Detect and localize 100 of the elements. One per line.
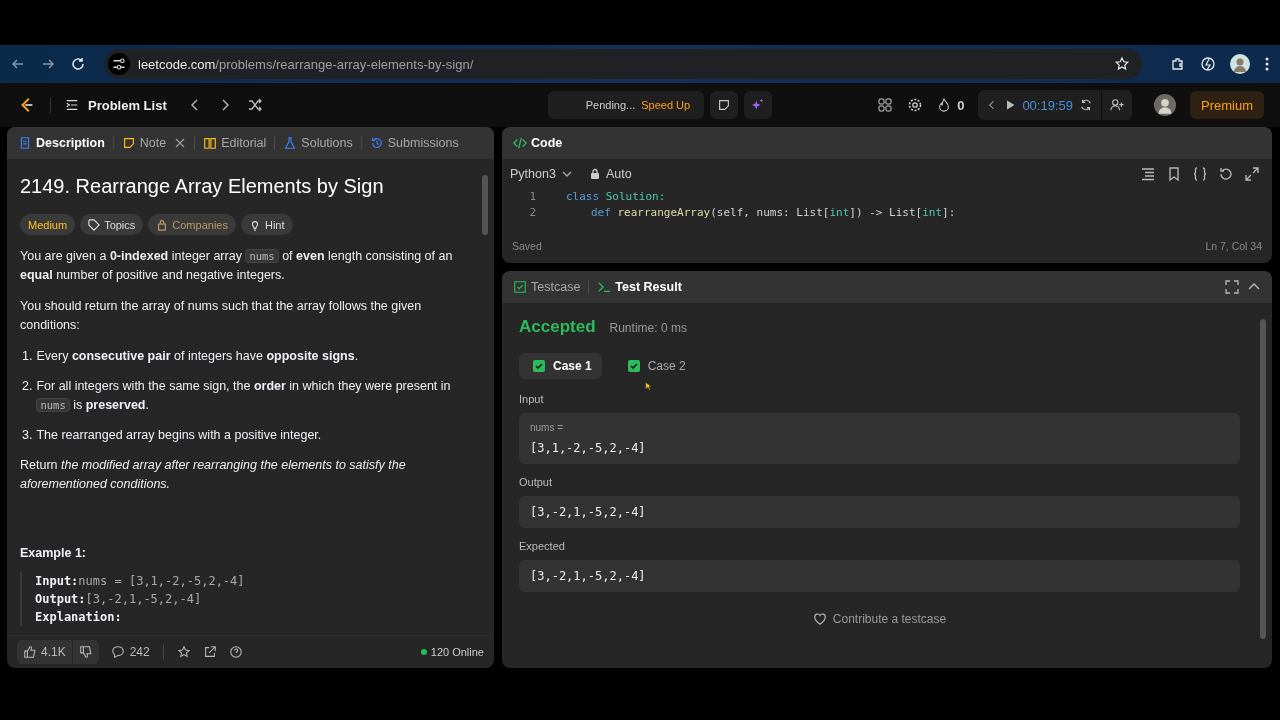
condition-text: The rearranged array begins with a positive integer. [36,427,322,444]
flask-icon [283,136,298,150]
panel-tab[interactable]: Testcase [512,280,582,294]
code-icon [513,136,527,150]
tag-button[interactable]: Topics [80,214,144,235]
list-number: 3. [22,427,33,444]
language-dropdown[interactable]: Python3 [510,167,573,181]
example-title: Example 1: [20,546,87,560]
description-paragraph: You are given a 0-indexed integer array nums of even length consisting of an equal number of positive and negative integers. [20,248,454,284]
bookmark-star-icon[interactable] [1114,56,1130,72]
code-line: def rearrangeArray(self, nums: List[int]) -> List[int]: [591,205,956,219]
ai-sparkle-button[interactable] [744,91,773,119]
address-bar[interactable]: leetcode.com/problems/rearrange-array-elements-by-sign/ [104,49,1142,79]
like-button[interactable]: 4.1K [17,640,72,664]
speed-up-link[interactable]: Speed Up [641,99,691,111]
format-icon[interactable] [1140,166,1156,182]
cursor-position: Ln 7, Col 34 [1205,239,1262,252]
runtime-text: Runtime: 0 ms [609,321,687,335]
bookmark-icon[interactable] [1166,166,1182,182]
verdict-text: Accepted [519,317,596,337]
timer-text: 00:19:59 [1022,97,1073,113]
premium-button[interactable]: Premium [1190,91,1264,119]
url-text: leetcode.com/problems/rearrange-array-elements-by-sign/ [138,56,475,72]
list-number: 2. [22,378,33,395]
panel-tab[interactable]: Note [120,136,188,150]
reset-icon[interactable] [1079,98,1093,112]
profile-avatar-icon[interactable] [1230,54,1250,74]
value-text: [3,1,-2,-5,2,-4] [530,441,647,455]
tag-button[interactable]: Hint [240,214,293,235]
example-line: Input:nums = [3,1,-2,-5,2,-4] [35,573,246,590]
panel-tab[interactable]: Submissions [368,136,460,150]
layout-icon[interactable] [877,97,894,113]
example-line: Explanation: [35,609,123,626]
mouse-pointer-icon [645,381,652,392]
lock-icon [156,218,169,231]
panel-tab[interactable]: Test Result [596,280,683,294]
panel-title: Code [512,136,564,150]
save-status: Saved [512,239,542,252]
code-line: class Solution: [566,189,666,203]
site-settings-icon[interactable] [108,53,130,75]
case-tab[interactable]: Case 1 [519,353,602,379]
comment-icon [110,645,125,659]
description-paragraph: You should return the array of nums such that the array follows the given conditions: [20,298,423,334]
note-icon [121,136,136,150]
braces-icon[interactable] [1192,166,1208,182]
checkbox-icon [513,280,527,294]
terminal-icon [597,280,612,294]
thumbs-up-icon [23,645,37,659]
note-button[interactable] [710,91,739,119]
problem-title: 2149. Rearrange Array Elements by Sign [20,175,385,198]
description-paragraph: Return the modified array after rearranging the elements to satisfy the aforementioned conditions. [20,457,407,493]
close-icon[interactable] [174,137,187,149]
status-text: Pending... [585,99,636,111]
sparkle-icon [751,98,766,112]
help-icon[interactable] [228,644,243,660]
book-icon [203,136,218,150]
add-user-icon[interactable] [1110,98,1124,112]
value-text: [3,-2,1,-5,2,-4] [530,505,647,519]
share-icon[interactable] [202,644,217,660]
lock-icon [588,168,601,180]
tag-button[interactable]: Companies [148,214,236,235]
example-line: Output:[3,-2,1,-5,2,-4] [35,591,203,608]
condition-text: Every consecutive pair of integers have opposite signs. [36,348,359,365]
thumbs-down-icon [78,645,93,659]
panel-tab[interactable]: Editorial [202,136,268,150]
extensions-icon[interactable] [1170,56,1186,72]
section-label: Expected [519,540,566,552]
condition-text: For all integers with the same sign, the order in which they were present in nums is preserved. [36,378,452,414]
star-icon[interactable] [176,644,191,660]
undo-icon[interactable] [1218,166,1234,182]
line-number: 2 [528,205,536,219]
panel-tab[interactable]: Description [17,136,106,150]
section-label: Output [519,476,554,488]
heart-icon [812,612,827,626]
settings-icon[interactable] [907,97,924,113]
variable-name: nums = [530,422,565,433]
user-avatar-icon[interactable] [1154,94,1176,116]
streak-counter[interactable]: 0 [937,97,965,113]
shuffle-icon[interactable] [246,97,263,113]
problem-list-button[interactable]: Problem List [65,97,167,113]
online-count: 120 Online [420,646,484,658]
browser-menu-icon[interactable] [1264,56,1270,72]
value-text: [3,-2,1,-5,2,-4] [530,569,647,583]
play-icon[interactable] [1004,99,1017,111]
difficulty-badge: Medium [20,214,76,235]
note-icon [717,98,732,112]
history-icon [369,136,384,150]
comments-button[interactable]: 242 [110,645,150,659]
case-tab[interactable]: Case 2 [613,353,696,379]
section-label: Input [519,393,545,405]
line-number: 1 [528,189,536,203]
expand-icon[interactable] [1244,166,1260,182]
list-icon [65,98,79,112]
reload-icon[interactable] [70,56,86,72]
fullscreen-icon[interactable] [1224,279,1240,295]
document-icon [18,136,32,150]
auto-mode-label[interactable]: Auto [588,167,632,181]
contribute-link[interactable]: Contribute a testcase [812,612,947,626]
panel-tab[interactable]: Solutions [282,136,354,150]
flame-icon [937,98,952,112]
